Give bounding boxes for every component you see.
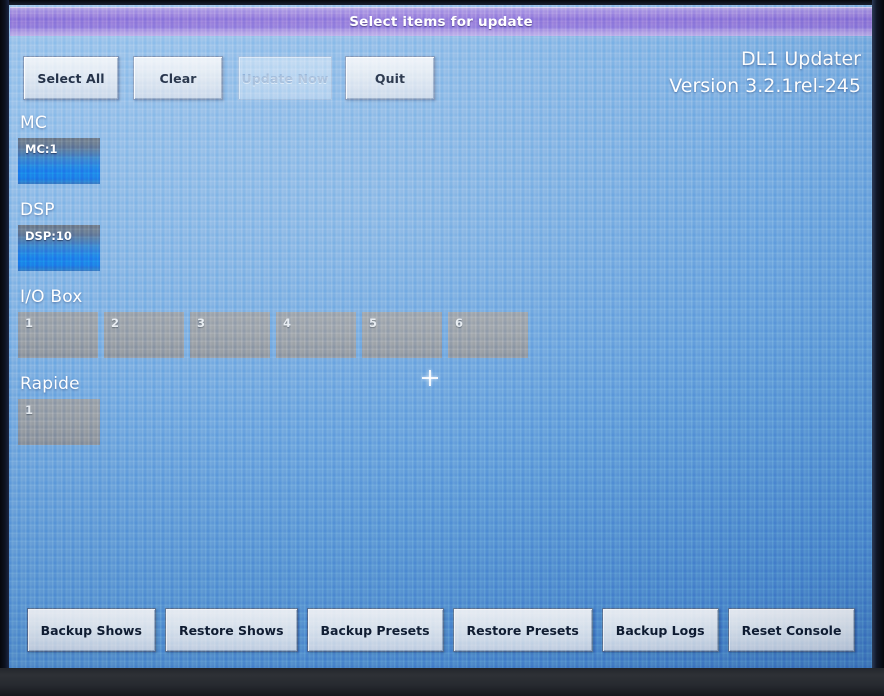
tile-row-rapide: 1	[18, 399, 100, 445]
window-title: Select items for update	[349, 14, 533, 30]
bezel-left	[0, 0, 9, 678]
monitor-photo: Select items for update Select All Clear…	[0, 0, 884, 696]
app-version: Version 3.2.1rel-245	[669, 75, 861, 97]
tile-iobox-5[interactable]: 5	[362, 312, 442, 358]
backup-shows-button[interactable]: Backup Shows	[26, 608, 156, 652]
group-label-dsp: DSP	[20, 200, 55, 220]
group-dsp: DSP DSP:10	[18, 199, 100, 271]
backup-logs-button[interactable]: Backup Logs	[601, 608, 719, 652]
quit-button[interactable]: Quit	[345, 56, 435, 100]
bezel-right	[872, 0, 884, 678]
group-label-rapide: Rapide	[20, 374, 80, 394]
restore-presets-button[interactable]: Restore Presets	[452, 608, 593, 652]
tile-rapide-1[interactable]: 1	[18, 399, 100, 445]
tile-mc-1[interactable]: MC:1	[18, 138, 100, 184]
brand-block: DL1 Updater Version 3.2.1rel-245	[669, 46, 861, 100]
bezel-bottom	[0, 668, 884, 696]
lcd-screen: Select items for update Select All Clear…	[7, 4, 875, 670]
tile-row-iobox: 1 2 3 4 5 6	[18, 312, 528, 358]
restore-shows-button[interactable]: Restore Shows	[164, 608, 298, 652]
group-rapide: Rapide 1	[18, 373, 100, 445]
window-titlebar: Select items for update	[10, 7, 872, 36]
app-name: DL1 Updater	[741, 48, 861, 70]
group-label-mc: MC	[20, 113, 47, 133]
bezel-top	[0, 0, 884, 5]
tile-iobox-1[interactable]: 1	[18, 312, 98, 358]
reset-console-button[interactable]: Reset Console	[727, 608, 856, 652]
group-label-iobox: I/O Box	[20, 287, 83, 307]
tile-row-mc: MC:1	[18, 138, 100, 184]
group-iobox: I/O Box 1 2 3 4 5 6	[18, 286, 528, 358]
tile-iobox-4[interactable]: 4	[276, 312, 356, 358]
tile-iobox-6[interactable]: 6	[448, 312, 528, 358]
tile-row-dsp: DSP:10	[18, 225, 100, 271]
clear-button[interactable]: Clear	[133, 56, 223, 100]
tile-dsp-10[interactable]: DSP:10	[18, 225, 100, 271]
tile-iobox-2[interactable]: 2	[104, 312, 184, 358]
backup-presets-button[interactable]: Backup Presets	[306, 608, 444, 652]
bottom-button-bar: Backup Shows Restore Shows Backup Preset…	[7, 605, 875, 655]
select-all-button[interactable]: Select All	[23, 56, 119, 100]
group-mc: MC MC:1	[18, 112, 100, 184]
update-now-button: Update Now	[238, 56, 332, 100]
tile-iobox-3[interactable]: 3	[190, 312, 270, 358]
crosshair-cursor-icon	[422, 370, 438, 386]
